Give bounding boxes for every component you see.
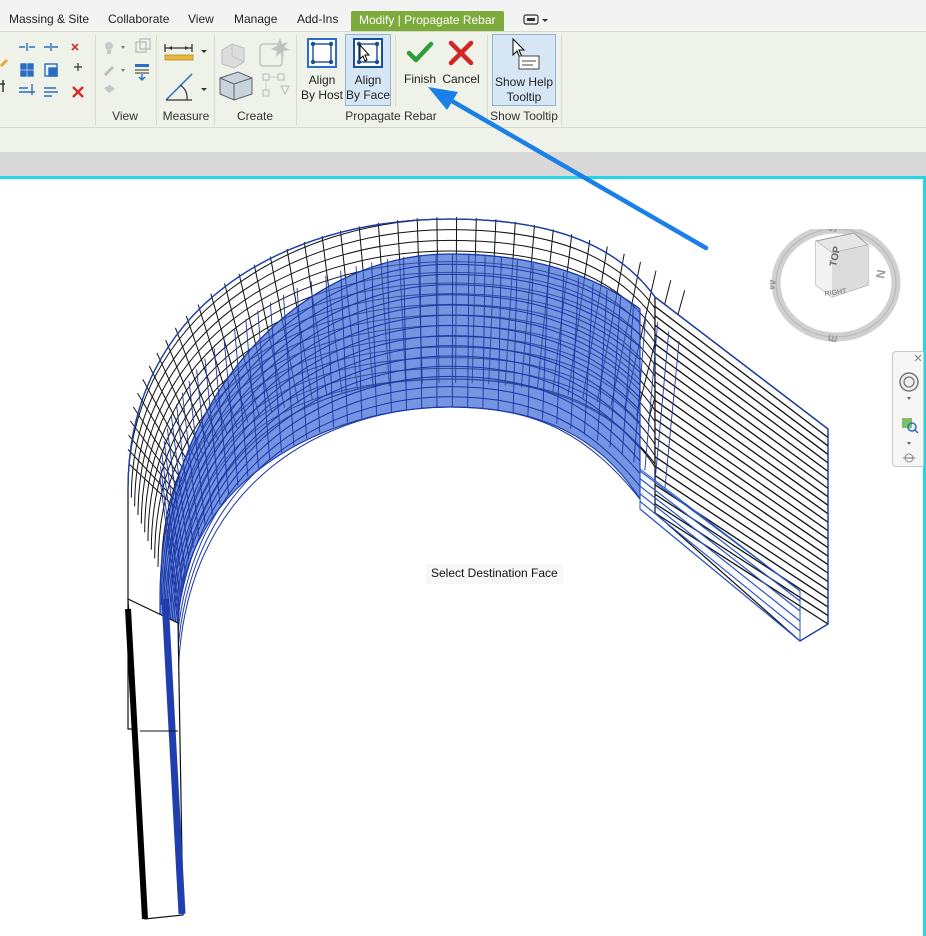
view-tools-icons — [104, 38, 151, 93]
align-by-face-label-1: Align — [354, 73, 382, 87]
ribbon: View Measure Create Align By Host Align … — [0, 31, 926, 127]
create-tools-icons[interactable] — [218, 36, 294, 108]
selection-prompt: Select Destination Face — [426, 564, 563, 584]
check-icon — [406, 41, 434, 63]
tab-massing-site[interactable]: Massing & Site — [9, 10, 89, 31]
close-icon — [448, 40, 474, 66]
align-by-host-label-1: Align — [308, 73, 336, 87]
tab-collaborate[interactable]: Collaborate — [108, 10, 169, 31]
finish-label: Finish — [403, 72, 436, 86]
tooltip-cursor-icon — [512, 37, 540, 70]
finish-button[interactable]: Finish — [400, 35, 440, 89]
panel-label-show-tooltip: Show Tooltip — [490, 109, 558, 123]
panel-label-view: View — [112, 109, 138, 123]
3d-viewport[interactable]: Select Destination Face TOP RIGHT S N W … — [0, 176, 926, 936]
cancel-label: Cancel — [442, 72, 480, 86]
align-by-host-button[interactable]: Align By Host — [298, 35, 346, 105]
show-help-label-2: Tooltip — [506, 90, 542, 104]
measure-tools-icons[interactable] — [162, 38, 212, 108]
align-by-host-icon — [307, 38, 337, 68]
options-bar — [0, 152, 926, 176]
viewcube[interactable]: TOP RIGHT S N W E — [770, 229, 904, 349]
align-by-host-label-2: By Host — [300, 88, 343, 102]
show-help-label-1: Show Help — [494, 75, 554, 89]
modify-tools-icons — [0, 43, 84, 98]
panel-toggle-dropdown-icon[interactable] — [523, 14, 549, 26]
panel-label-measure: Measure — [162, 109, 210, 123]
ribbon-footer — [0, 127, 926, 152]
panel-label-create: Create — [236, 109, 274, 123]
navigation-bar-icons[interactable] — [893, 352, 923, 466]
compass-n-label[interactable]: N — [873, 269, 888, 280]
tab-view[interactable]: View — [188, 10, 214, 31]
navigation-bar — [892, 351, 924, 467]
rebar-left-leg — [125, 598, 186, 920]
cancel-button[interactable]: Cancel — [441, 35, 481, 89]
ribbon-tab-bar: Massing & Site Collaborate View Manage A… — [0, 0, 926, 31]
tab-add-ins[interactable]: Add-Ins — [297, 10, 338, 31]
align-by-face-button[interactable]: Align By Face — [345, 34, 391, 106]
panel-label-propagate-rebar: Propagate Rebar — [345, 109, 437, 123]
show-help-tooltip-button[interactable]: Show Help Tooltip — [492, 34, 556, 106]
separator — [395, 35, 396, 107]
tab-manage[interactable]: Manage — [234, 10, 277, 31]
align-by-face-icon — [353, 38, 383, 68]
separator — [561, 35, 562, 125]
tab-modify-propagate-rebar[interactable]: Modify | Propagate Rebar — [351, 11, 504, 31]
align-by-face-label-2: By Face — [346, 88, 391, 102]
